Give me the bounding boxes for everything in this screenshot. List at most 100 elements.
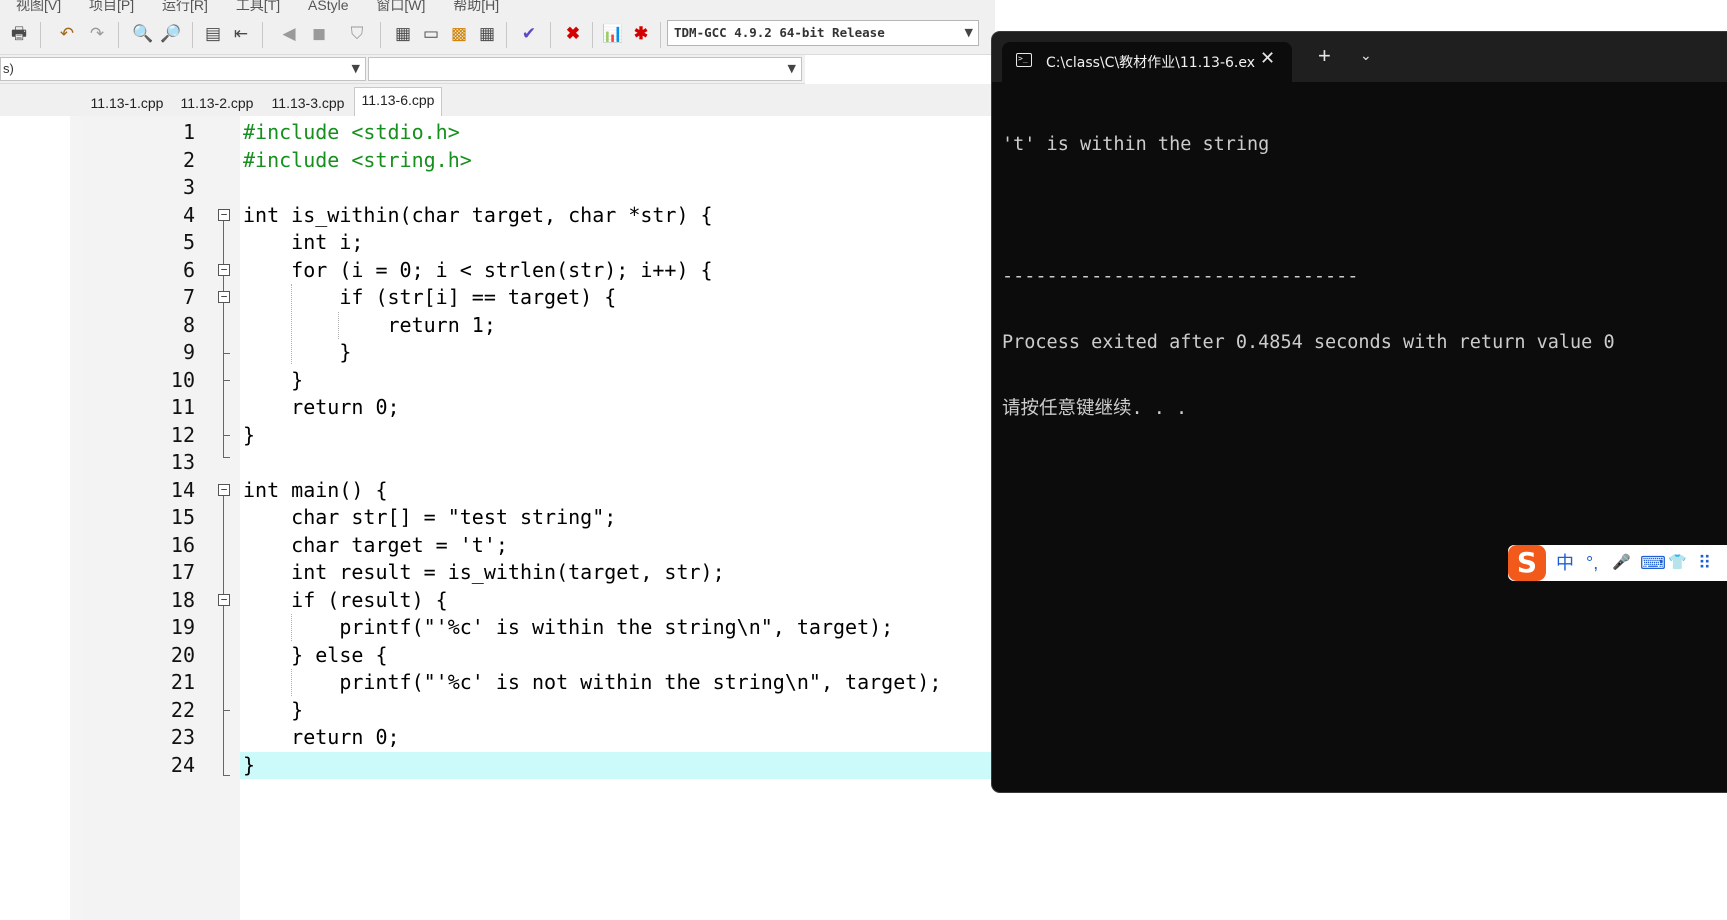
code-line: } [243, 422, 256, 447]
fold-collapse-icon[interactable]: − [218, 594, 230, 606]
compile-icon[interactable]: ▦ [392, 23, 414, 45]
chevron-down-icon: ▼ [351, 62, 360, 75]
fold-collapse-icon[interactable]: − [218, 264, 230, 276]
code-line: } [243, 697, 304, 722]
toolbar-separator [192, 22, 193, 48]
code-line: printf("'%c' is within the string\n", ta… [243, 615, 894, 639]
run-icon[interactable]: ▭ [420, 23, 442, 45]
class-combo-value: s) [3, 61, 14, 76]
menu-view[interactable]: 视图[V] [16, 0, 61, 13]
bookmark-back-icon[interactable]: ◀ [278, 23, 300, 45]
member-combo[interactable]: ▼ [368, 57, 802, 81]
new-tab-icon[interactable]: + [1318, 45, 1331, 67]
code-line: for (i = 0; i < strlen(str); i++) { [243, 257, 713, 282]
toolbox-icon[interactable]: ⠿ [1698, 552, 1711, 574]
tab-11-13-3[interactable]: 11.13-3.cpp [265, 90, 351, 116]
compile-run-icon[interactable]: ▩ [448, 23, 470, 45]
ime-punctuation-icon[interactable]: °, [1586, 552, 1598, 574]
line-number: 17 [170, 560, 195, 584]
line-number: 4 [182, 202, 195, 227]
line-number: 11 [170, 395, 195, 419]
skin-icon[interactable]: 👕 [1668, 552, 1687, 574]
fold-collapse-icon[interactable]: − [218, 209, 230, 221]
debug-icon[interactable]: ✱ [630, 23, 652, 45]
line-number: 10 [170, 367, 195, 392]
indent-icon[interactable]: ▤ [202, 23, 224, 45]
line-number: 24 [170, 752, 195, 777]
line-number: 6 [182, 257, 195, 282]
close-icon[interactable]: ✕ [1260, 48, 1275, 69]
check-icon[interactable]: ✔ [518, 23, 540, 45]
redo-icon[interactable]: ↷ [86, 23, 108, 45]
menu-tools[interactable]: 工具[T] [236, 0, 280, 13]
sogou-logo-icon[interactable]: S [1508, 545, 1546, 581]
terminal-icon: >_ [1016, 53, 1032, 67]
menu-project[interactable]: 项目[P] [89, 0, 134, 13]
menu-astyle[interactable]: AStyle [308, 0, 348, 13]
ime-chinese-mode[interactable]: 中 [1556, 552, 1574, 574]
toolbar-separator [262, 22, 263, 48]
find-icon[interactable]: 🔍 [132, 23, 154, 45]
toolbar-separator [506, 22, 507, 48]
code-line: } [243, 340, 352, 364]
code-line: } [243, 367, 304, 392]
line-number: 16 [170, 532, 195, 557]
code-line: char str[] = "test string"; [243, 505, 617, 529]
tab-11-13-1[interactable]: 11.13-1.cpp [84, 90, 170, 116]
code-line: return 0; [243, 395, 400, 419]
code-line: if (str[i] == target) { [243, 285, 617, 309]
bookmark-icon[interactable]: ⛉ [346, 23, 368, 45]
tab-11-13-2[interactable]: 11.13-2.cpp [174, 90, 260, 116]
console-line: 请按任意键继续. . . [1002, 398, 1188, 419]
fold-collapse-icon[interactable]: − [218, 291, 230, 303]
undo-icon[interactable]: ↶ [56, 23, 78, 45]
unindent-icon[interactable]: ⇤ [230, 23, 252, 45]
menu-run[interactable]: 运行[R] [162, 0, 208, 13]
fold-end-mark [223, 380, 230, 381]
chevron-down-icon[interactable]: ⌄ [1360, 47, 1372, 64]
class-combo[interactable]: s) ▼ [0, 57, 366, 81]
current-line-highlight [240, 751, 995, 779]
line-number: 23 [170, 725, 195, 749]
menu-window[interactable]: 窗口[W] [376, 0, 425, 13]
line-number: 20 [170, 642, 195, 667]
chart-icon[interactable]: 📊 [602, 23, 624, 45]
project-browser-pane[interactable] [0, 116, 71, 920]
console-window[interactable]: >_ C:\class\C\教材作业\11.13-6.ex ✕ + ⌄ 't' … [992, 32, 1727, 792]
menu-bar: 视图[V] 项目[P] 运行[R] 工具[T] AStyle 窗口[W] 帮助[… [0, 0, 995, 14]
rebuild-icon[interactable]: ▦ [476, 23, 498, 45]
chevron-down-icon: ▼ [964, 26, 973, 39]
line-number: 19 [170, 615, 195, 639]
compiler-select[interactable]: TDM-GCC 4.9.2 64-bit Release ▼ [667, 20, 979, 46]
console-output[interactable]: 't' is within the string ---------------… [1002, 90, 1722, 464]
console-tab[interactable]: >_ C:\class\C\教材作业\11.13-6.ex ✕ [1002, 42, 1292, 82]
toolbar-separator [660, 22, 661, 48]
line-number: 9 [182, 340, 195, 364]
toolbar-separator [380, 22, 381, 48]
menu-help[interactable]: 帮助[H] [453, 0, 499, 13]
editor-tab-bar: 11.13-1.cpp 11.13-2.cpp 11.13-3.cpp 11.1… [0, 84, 995, 116]
code-line: int i; [243, 230, 364, 254]
code-line: printf("'%c' is not within the string\n"… [243, 670, 942, 694]
toolbar: 🖶 ↶ ↷ 🔍 🔎 ▤ ⇤ ◀ ◼ ⛉ ▦ ▭ ▩ ▦ ✔ ✖ 📊 ✱ TDM-… [0, 14, 995, 55]
fold-end-mark [223, 710, 230, 711]
code-line: char target = 't'; [243, 532, 508, 557]
replace-icon[interactable]: 🔎 [160, 23, 182, 45]
console-titlebar: >_ C:\class\C\教材作业\11.13-6.ex ✕ + ⌄ [992, 32, 1727, 82]
toolbar-separator [592, 22, 593, 48]
tab-11-13-6-active[interactable]: 11.13-6.cpp [354, 87, 442, 116]
code-line: return 0; [243, 725, 400, 749]
bookmark-forward-icon[interactable]: ◼ [308, 23, 330, 45]
keyboard-icon[interactable]: ⌨ [1640, 552, 1666, 574]
fold-collapse-icon[interactable]: − [218, 484, 230, 496]
line-number: 22 [170, 697, 195, 722]
class-browser-bar: s) ▼ ▼ [0, 55, 805, 84]
stop-icon[interactable]: ✖ [562, 23, 584, 45]
code-line: int main() { [243, 477, 388, 502]
microphone-icon[interactable]: 🎤 [1612, 552, 1631, 574]
code-editor[interactable]: #include <stdio.h> #include <string.h> i… [240, 116, 995, 920]
print-icon[interactable]: 🖶 [8, 23, 30, 45]
editor-left-margin [70, 116, 82, 920]
line-number: 14 [170, 477, 195, 502]
